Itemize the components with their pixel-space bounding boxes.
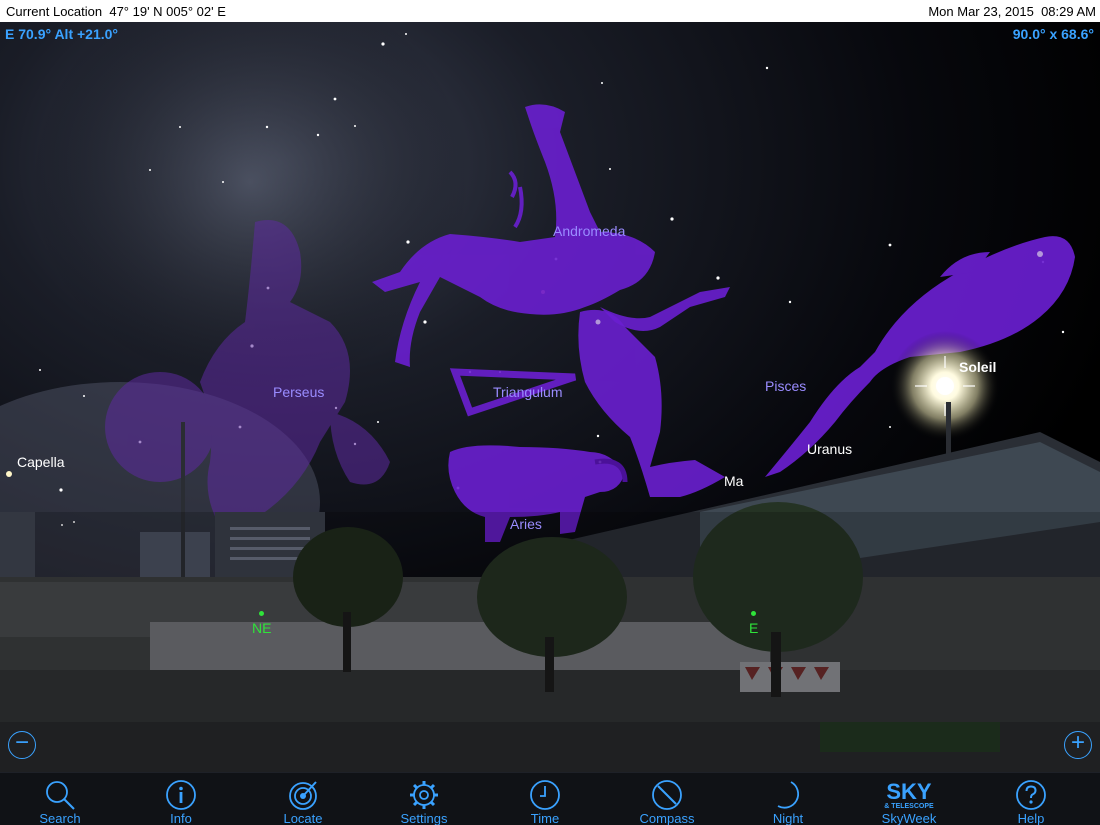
object-label-mars[interactable]: Ma [724, 473, 743, 489]
skysafari-app: Current Location 47° 19' N 005° 02' E Mo… [0, 0, 1100, 825]
toolbar-info-label: Info [170, 811, 192, 825]
toolbar-info-button[interactable]: Info [136, 773, 226, 825]
search-icon [46, 781, 75, 810]
compass-label-ne: NE [252, 620, 272, 636]
toolbar-help-button[interactable]: Help [986, 773, 1076, 825]
compass-icon [652, 780, 682, 810]
compass-label-e: E [749, 620, 759, 636]
help-icon [1016, 780, 1046, 810]
compass-marker-e [751, 611, 756, 616]
constellation-label-triangulum[interactable]: Triangulum [493, 384, 563, 400]
object-label-capella[interactable]: Capella [17, 454, 64, 470]
toolbar-search-label: Search [39, 811, 81, 825]
svg-text:SKY: SKY [886, 779, 932, 804]
svg-text:& TELESCOPE: & TELESCOPE [884, 803, 934, 810]
constellation-label-pisces[interactable]: Pisces [765, 378, 806, 394]
date-time: Mon Mar 23, 2015 08:29 AM [928, 4, 1096, 19]
constellation-label-andromeda[interactable]: Andromeda [553, 223, 625, 239]
capella-star [6, 471, 12, 477]
toolbar-settings-label: Settings [400, 811, 448, 825]
bottom-toolbar: Search Info Locate Settings Time Compass… [0, 772, 1100, 825]
zoom-in-button[interactable]: + [1064, 731, 1092, 759]
zoom-out-button[interactable]: − [8, 731, 36, 759]
locate-icon [289, 781, 317, 810]
toolbar-night-label: Night [772, 811, 804, 825]
toolbar-skyweek-label: SkyWeek [881, 811, 937, 825]
sky-view[interactable]: Andromeda Perseus Triangulum Aries Pisce… [0, 22, 1100, 772]
toolbar-search-button[interactable]: Search [15, 773, 105, 825]
toolbar-compass-button[interactable]: Compass [622, 773, 712, 825]
info-icon [166, 780, 196, 810]
clock-icon [530, 780, 560, 810]
settings-gear-icon [410, 781, 438, 809]
toolbar-skyweek-button[interactable]: SKY & TELESCOPE SkyWeek [864, 773, 954, 825]
moon-icon [777, 781, 800, 809]
sky-telescope-logo: SKY & TELESCOPE [884, 779, 934, 810]
toolbar-settings-button[interactable]: Settings [379, 773, 469, 825]
current-location: Current Location 47° 19' N 005° 02' E [6, 4, 226, 19]
object-label-soleil[interactable]: Soleil [959, 359, 996, 375]
toolbar-night-button[interactable]: Night [743, 773, 833, 825]
object-label-uranus[interactable]: Uranus [807, 441, 852, 457]
toolbar-time-button[interactable]: Time [500, 773, 590, 825]
constellation-label-aries[interactable]: Aries [510, 516, 542, 532]
pointing-readout: E 70.9° Alt +21.0° [5, 26, 119, 42]
status-bar: Current Location 47° 19' N 005° 02' E Mo… [0, 0, 1100, 22]
constellation-label-perseus[interactable]: Perseus [273, 384, 324, 400]
toolbar-compass-label: Compass [639, 811, 695, 825]
toolbar-help-label: Help [1017, 811, 1045, 825]
sun-disk [936, 377, 954, 395]
field-of-view-readout: 90.0° x 68.6° [1012, 26, 1094, 42]
toolbar-locate-button[interactable]: Locate [258, 773, 348, 825]
compass-marker-ne [259, 611, 264, 616]
toolbar-locate-label: Locate [283, 811, 323, 825]
toolbar-time-label: Time [530, 811, 560, 825]
